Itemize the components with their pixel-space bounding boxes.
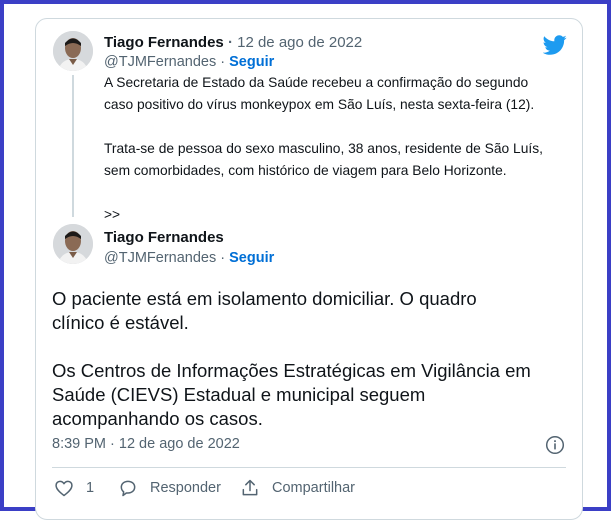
like-count: 1 <box>86 480 95 496</box>
tweet-timestamp[interactable]: 8:39 PM · 12 de ago de 2022 <box>52 436 240 452</box>
avatar[interactable] <box>53 31 93 71</box>
follow-button[interactable]: Seguir <box>229 54 274 70</box>
embedded-tweet-card: Tiago Fernandes · 12 de ago de 2022 @TJM… <box>35 18 583 520</box>
heart-icon <box>55 480 73 497</box>
author-handle[interactable]: @TJMFernandes <box>104 54 216 70</box>
separator-dot: · <box>220 54 226 70</box>
tweet-date[interactable]: 12 de ago de 2022 <box>237 34 362 51</box>
share-icon <box>242 479 258 496</box>
separator-dot: · <box>227 34 233 51</box>
info-icon[interactable] <box>545 435 565 455</box>
thread-connector <box>72 75 74 217</box>
twitter-bird-icon[interactable] <box>543 33 567 57</box>
separator-dot: · <box>220 250 226 266</box>
like-button[interactable]: 1 <box>54 477 94 499</box>
tweet2-text: O paciente está em isolamento domiciliar… <box>52 288 531 429</box>
divider <box>52 467 566 468</box>
share-button[interactable]: Compartilhar <box>240 477 355 499</box>
author-name[interactable]: Tiago Fernandes <box>104 34 224 51</box>
tweet1-header: Tiago Fernandes · 12 de ago de 2022 <box>104 34 362 51</box>
screenshot-frame: Tiago Fernandes · 12 de ago de 2022 @TJM… <box>0 0 611 520</box>
tweet1-handle-row: @TJMFernandes · Seguir <box>104 54 274 70</box>
reply-bubble-icon <box>120 480 136 497</box>
reply-button[interactable]: Responder <box>118 477 221 499</box>
reply-label: Responder <box>150 480 221 496</box>
share-label: Compartilhar <box>272 480 355 496</box>
tweet1-text: A Secretaria de Estado da Saúde recebeu … <box>104 75 543 222</box>
author-handle[interactable]: @TJMFernandes <box>104 250 216 266</box>
avatar[interactable] <box>53 224 93 264</box>
follow-button[interactable]: Seguir <box>229 250 274 266</box>
author-name[interactable]: Tiago Fernandes <box>104 229 224 246</box>
tweet2-handle-row: @TJMFernandes · Seguir <box>104 250 274 266</box>
